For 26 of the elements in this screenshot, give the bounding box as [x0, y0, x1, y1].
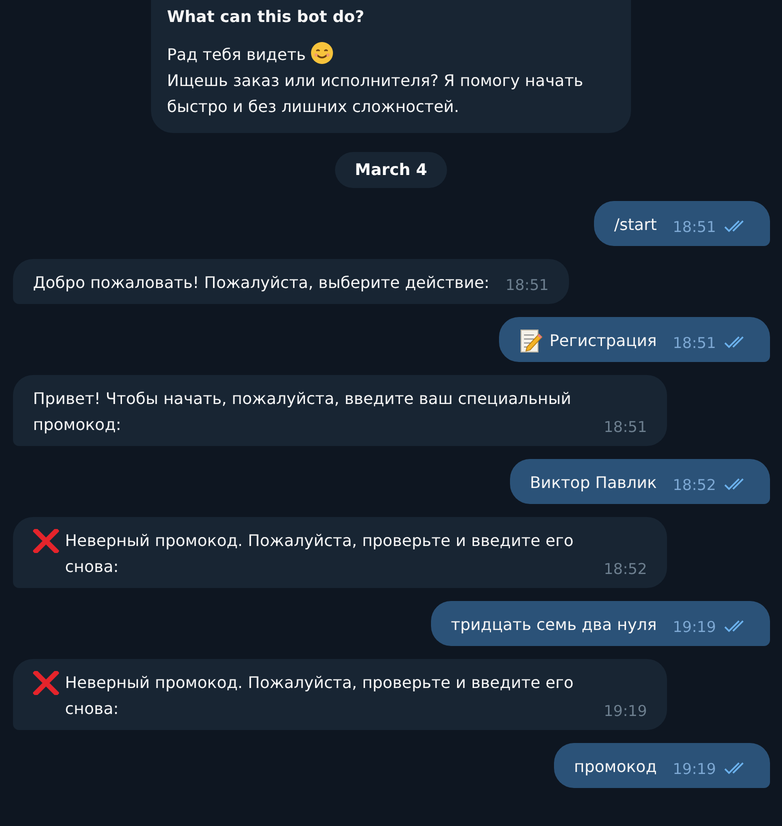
message-time: 19:19 — [672, 759, 716, 780]
message-text: Регистрация — [549, 330, 657, 352]
message-text: Неверный промокод. Пожалуйста, проверьте и введите его снова: — [65, 530, 575, 578]
message-text: Привет! Чтобы начать, пожалуйста, введите ваш специальный промокод: — [33, 388, 572, 436]
greeting-text: Рад тебя видеть — [167, 45, 306, 64]
message-time: 19:19 — [672, 617, 716, 638]
message-text: тридцать семь два нуля — [450, 614, 657, 636]
message-time: 18:51 — [672, 217, 716, 238]
message-time: 18:51 — [672, 333, 716, 354]
message-time: 19:19 — [604, 701, 647, 722]
message-time: 18:51 — [505, 275, 549, 296]
message-text: Неверный промокод. Пожалуйста, проверьте и введите его снова: — [65, 672, 575, 720]
bot-info-title: What can this bot do? — [167, 6, 366, 28]
cross-icon — [33, 671, 59, 695]
message-text: Виктор Павлик — [530, 472, 657, 494]
smiley-icon — [310, 41, 334, 65]
memo-pencil-icon — [519, 328, 544, 354]
message-time: 18:51 — [604, 417, 647, 438]
cross-icon — [33, 529, 59, 553]
date-separator: March 4 — [334, 152, 448, 188]
message-text: Добро пожаловать! Пожалуйста, выберите действие: — [33, 272, 490, 294]
message-text: промокод — [574, 756, 657, 778]
message-time: 18:52 — [604, 559, 647, 580]
message-time: 18:52 — [672, 475, 716, 496]
bot-description: Ищешь заказ или исполнителя? Я помогу начать быстро и без лишних сложностей. — [167, 70, 584, 118]
message-text: /start — [614, 214, 657, 236]
